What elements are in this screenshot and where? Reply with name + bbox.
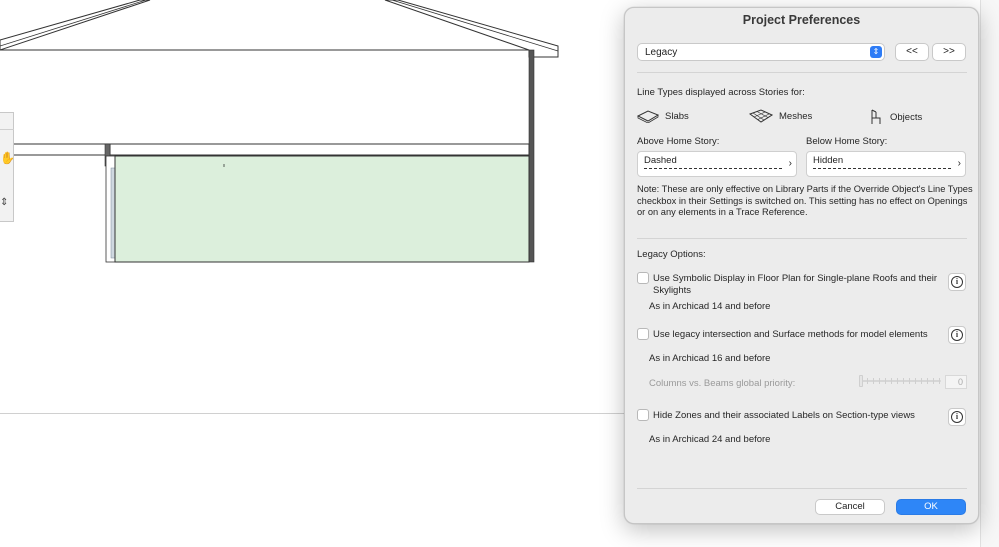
objects-label: Objects <box>890 111 923 123</box>
mesh-icon <box>749 109 773 123</box>
side-toolbar: ✋ ⇕ <box>0 112 15 222</box>
hide-zones-label: Hide Zones and their associated Labels o… <box>653 410 915 421</box>
line-types-note: Note: These are only effective on Librar… <box>637 184 973 217</box>
divider <box>637 72 967 73</box>
chair-icon <box>871 109 881 124</box>
previous-panel-button[interactable]: << <box>895 43 929 61</box>
slab-icon <box>637 110 659 123</box>
below-home-story-label: Below Home Story: <box>806 136 888 147</box>
slider-thumb[interactable] <box>859 375 863 387</box>
legacy-options-heading: Legacy Options: <box>637 249 706 260</box>
above-line-type-selector[interactable]: Dashed › <box>637 151 797 177</box>
symbolic-display-checkbox[interactable] <box>637 272 649 284</box>
chevron-right-icon: › <box>957 158 961 169</box>
drawing-divider <box>0 413 625 414</box>
divider <box>637 238 967 239</box>
above-home-story-label: Above Home Story: <box>637 136 720 147</box>
priority-value-field[interactable]: 0 <box>945 375 967 389</box>
updown-chevron-icon: ⇕ <box>870 46 882 58</box>
panel-selector-value: Legacy <box>645 47 678 58</box>
hide-zones-checkbox[interactable] <box>637 409 649 421</box>
priority-slider[interactable] <box>859 375 941 387</box>
toolbar-separator <box>0 129 14 130</box>
slabs-label: Slabs <box>665 110 689 122</box>
below-line-type-value: Hidden <box>813 155 844 166</box>
chevron-right-icon: › <box>788 158 792 169</box>
dialog-title: Project Preferences <box>742 13 861 27</box>
next-panel-button[interactable]: >> <box>932 43 966 61</box>
hide-zones-hint: As in Archicad 24 and before <box>649 434 771 445</box>
type-objects: Objects <box>868 109 922 125</box>
symbolic-display-label: Use Symbolic Display in Floor Plan for S… <box>653 273 938 296</box>
symbolic-display-hint: As in Archicad 14 and before <box>649 301 771 312</box>
legacy-intersection-label: Use legacy intersection and Surface meth… <box>653 329 928 340</box>
window-edge <box>980 0 999 547</box>
above-line-type-value: Dashed <box>644 155 677 166</box>
priority-label: Columns vs. Beams global priority: <box>649 378 796 389</box>
info-icon[interactable]: i <box>948 273 966 291</box>
legacy-intersection-hint: As in Archicad 16 and before <box>649 353 771 364</box>
stepper-icon[interactable]: ⇕ <box>0 197 12 208</box>
meshes-label: Meshes <box>779 110 813 122</box>
dashed-line-preview <box>644 168 782 169</box>
project-preferences-dialog: Project Preferences Legacy ⇕ << >> Line … <box>624 7 979 524</box>
type-slabs: Slabs <box>637 109 689 123</box>
legacy-intersection-checkbox[interactable] <box>637 328 649 340</box>
divider <box>637 488 967 489</box>
info-icon[interactable]: i <box>948 326 966 344</box>
line-types-heading: Line Types displayed across Stories for: <box>637 87 805 98</box>
section-drawing <box>0 0 559 263</box>
ok-button[interactable]: OK <box>896 499 966 515</box>
hand-icon[interactable]: ✋ <box>0 151 15 165</box>
cancel-button[interactable]: Cancel <box>815 499 885 515</box>
info-icon[interactable]: i <box>948 408 966 426</box>
hidden-line-preview <box>813 168 951 169</box>
panel-selector[interactable]: Legacy ⇕ <box>637 43 885 61</box>
type-meshes: Meshes <box>749 109 812 123</box>
slider-ticks <box>861 378 941 384</box>
below-line-type-selector[interactable]: Hidden › <box>806 151 966 177</box>
